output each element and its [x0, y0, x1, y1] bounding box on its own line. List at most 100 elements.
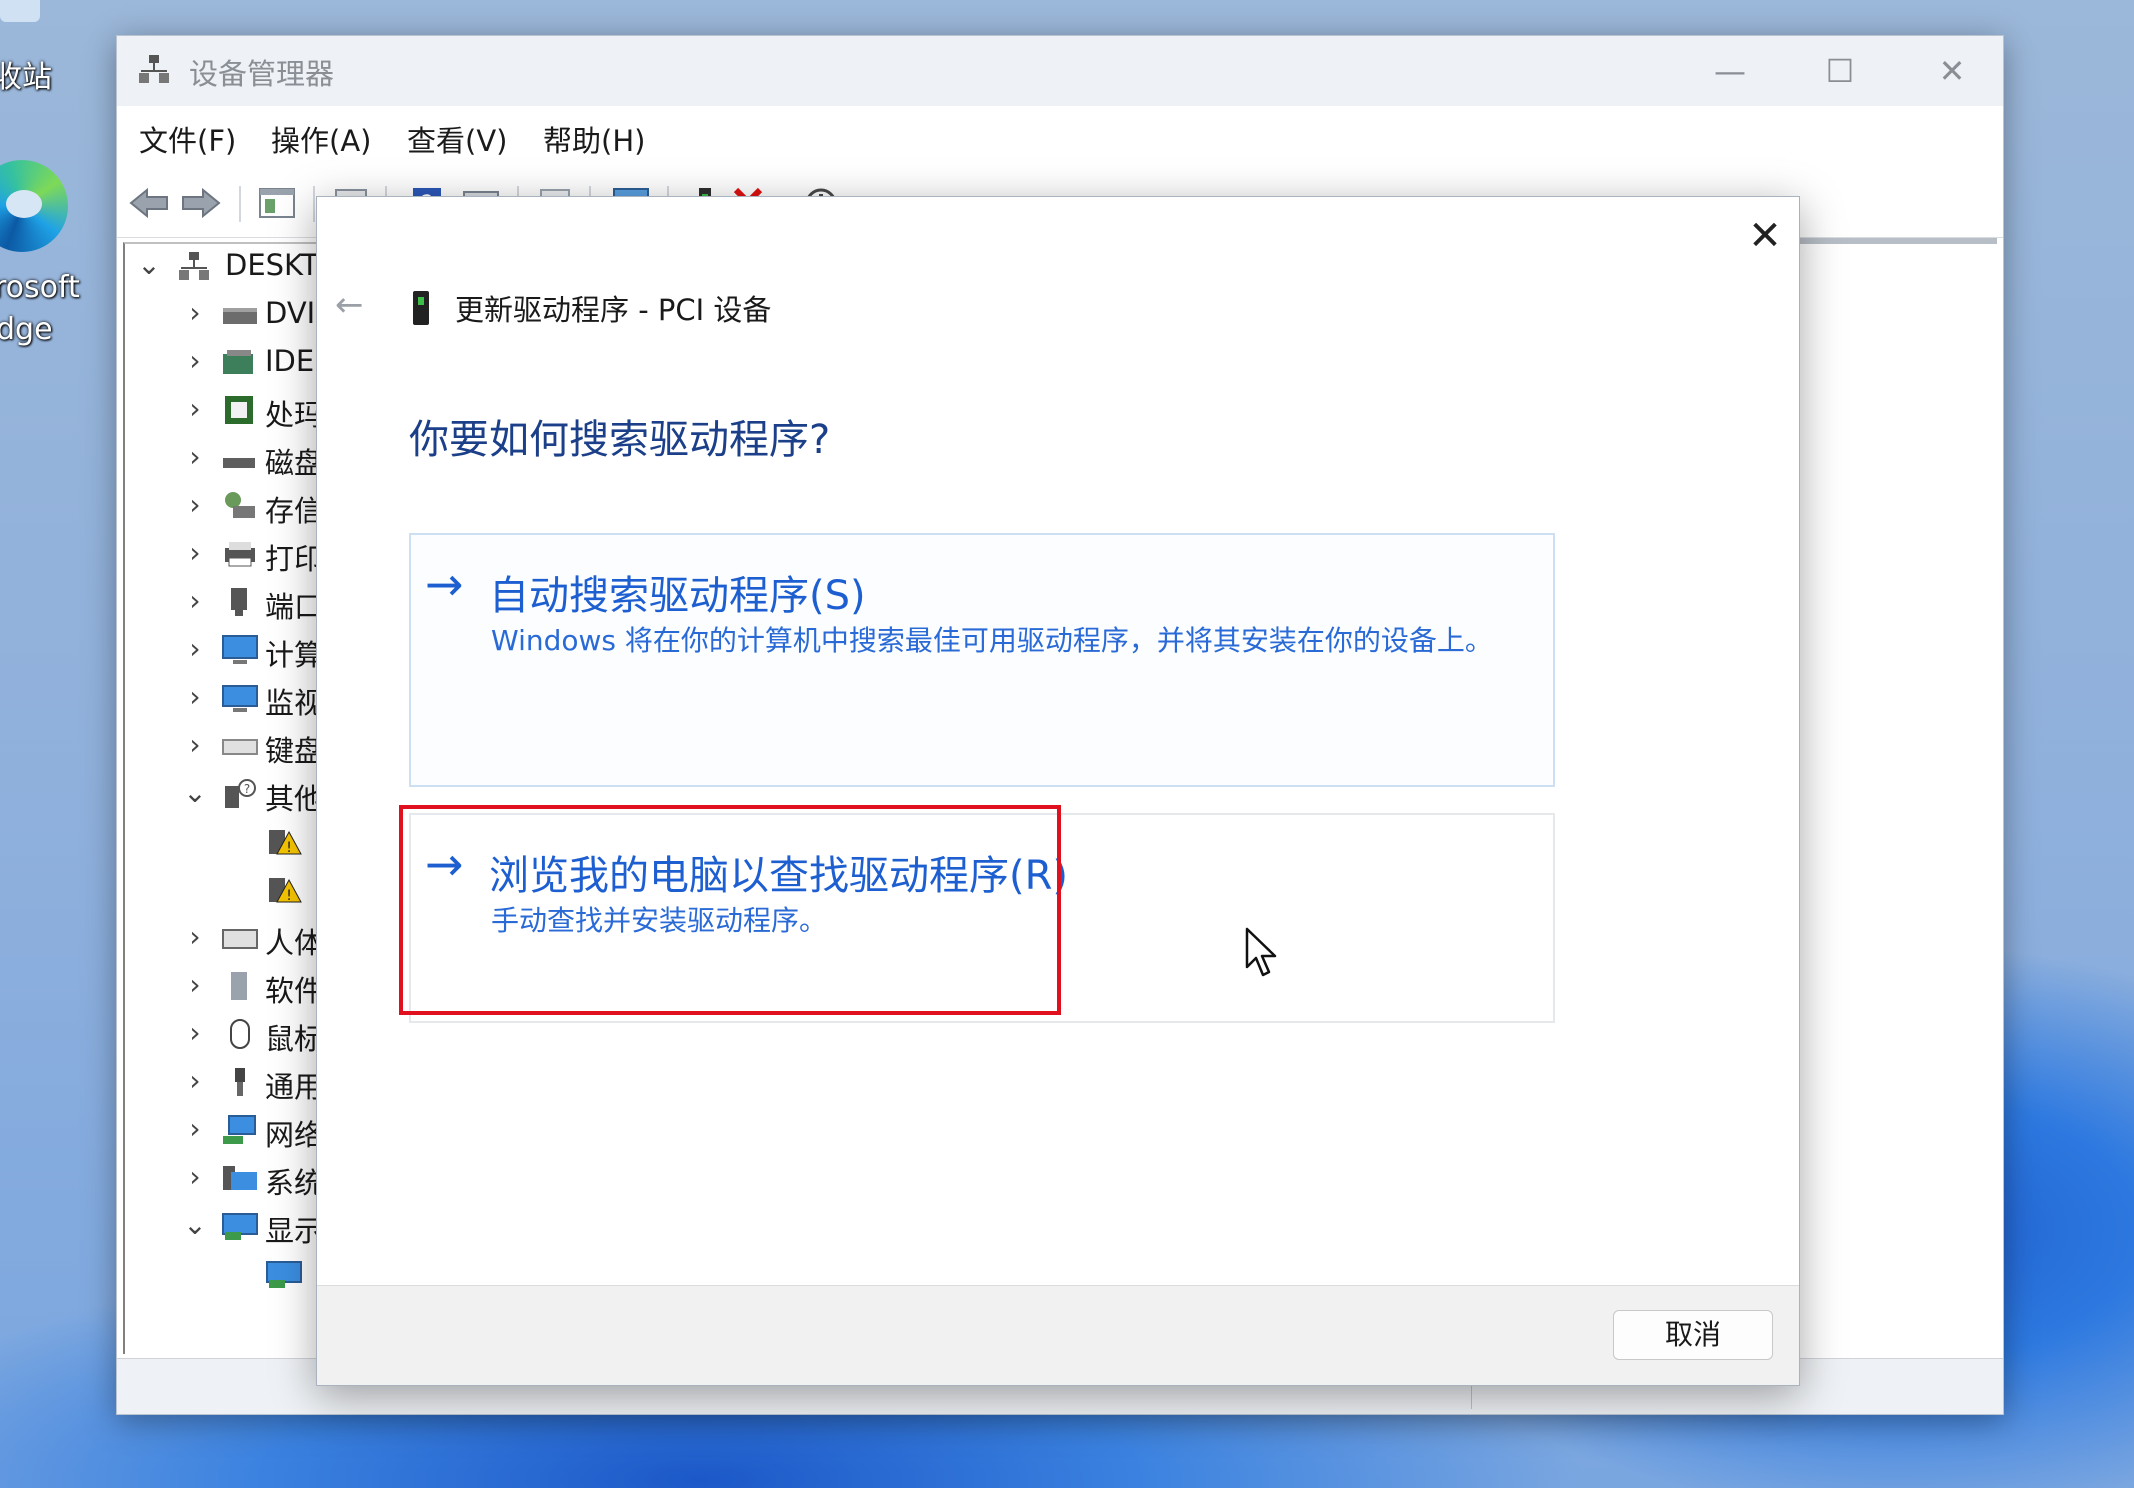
tree-item-unknown-device[interactable]: !: [125, 820, 341, 864]
close-button[interactable]: ✕: [1917, 46, 1987, 96]
edge-label-line2[interactable]: dge: [0, 312, 53, 347]
device-manager-icon: [139, 55, 169, 83]
tree-item-system[interactable]: › 系统: [125, 1156, 341, 1200]
network-adapter-icon: [223, 1115, 256, 1144]
computer-node-icon: [179, 252, 209, 280]
chevron-right-icon[interactable]: ›: [181, 1064, 209, 1097]
pci-device-icon: [413, 291, 429, 325]
tree-label: 计算: [265, 638, 324, 672]
chevron-right-icon[interactable]: ›: [181, 536, 209, 569]
menu-help[interactable]: 帮助(H): [543, 118, 645, 160]
chevron-down-icon[interactable]: ⌄: [181, 776, 209, 809]
chevron-down-icon[interactable]: ⌄: [181, 1208, 209, 1241]
tree-item-mouse[interactable]: › 鼠标: [125, 1012, 341, 1056]
tree-root[interactable]: ⌄ DESKT: [125, 244, 341, 288]
disk-drive-icon: [223, 458, 255, 468]
chevron-right-icon[interactable]: ›: [181, 584, 209, 617]
monitor-icon: [222, 685, 258, 712]
chevron-right-icon[interactable]: ›: [181, 968, 209, 1001]
chevron-right-icon[interactable]: ›: [181, 392, 209, 425]
keyboard-icon: [222, 739, 258, 755]
tree-item-display-device[interactable]: [125, 1252, 341, 1296]
toolbar-separator: [239, 186, 241, 222]
dialog-footer: 取消: [317, 1285, 1799, 1385]
tree-label: DVI: [265, 296, 316, 330]
tree-item-software[interactable]: › 软件: [125, 964, 341, 1008]
chevron-right-icon[interactable]: ›: [181, 1160, 209, 1193]
show-hide-console-icon[interactable]: [257, 184, 297, 222]
arrow-right-icon: →: [425, 557, 464, 611]
mouse-cursor-icon: [1245, 927, 1277, 977]
chevron-right-icon[interactable]: ›: [181, 296, 209, 329]
tree-item-other[interactable]: ⌄ ? 其他: [125, 772, 341, 816]
chevron-right-icon[interactable]: ›: [181, 1016, 209, 1049]
tree-label: 显示: [265, 1214, 324, 1248]
chevron-right-icon[interactable]: ›: [181, 920, 209, 953]
tree-label: 其他: [265, 782, 324, 816]
title-bar[interactable]: 设备管理器 — ☐ ✕: [117, 36, 2003, 106]
option-title: 自动搜索驱动程序(S): [489, 573, 866, 619]
update-driver-dialog: ✕ ← 更新驱动程序 - PCI 设备 你要如何搜索驱动程序? → 自动搜索驱动…: [316, 196, 1800, 1386]
tree-item-monitor[interactable]: › 监视: [125, 676, 341, 720]
tree-label: 通用: [265, 1070, 324, 1104]
tree-label: 监视: [265, 686, 324, 720]
chevron-right-icon[interactable]: ›: [181, 440, 209, 473]
storage-controller-icon: [225, 492, 255, 518]
tree-item-network[interactable]: › 网络: [125, 1108, 341, 1152]
menu-view[interactable]: 查看(V): [407, 118, 507, 160]
svg-text:!: !: [286, 888, 292, 904]
edge-icon[interactable]: [0, 160, 68, 252]
menu-file[interactable]: 文件(F): [139, 118, 236, 160]
edge-label-line1[interactable]: rosoft: [0, 270, 80, 305]
display-adapter-icon: [266, 1261, 302, 1288]
tree-item-port[interactable]: › 端口: [125, 580, 341, 624]
hid-icon: [222, 929, 258, 949]
cancel-button[interactable]: 取消: [1613, 1310, 1773, 1360]
tree-item-keyboard[interactable]: › 键盘: [125, 724, 341, 768]
chevron-right-icon[interactable]: ›: [181, 1112, 209, 1145]
printer-icon: [225, 542, 255, 567]
usb-icon: [235, 1068, 245, 1096]
tree-label: 端口: [265, 590, 324, 624]
back-arrow-icon[interactable]: [127, 184, 171, 222]
recycle-bin-label[interactable]: 收站: [0, 52, 52, 96]
tree-item-usb[interactable]: › 通用: [125, 1060, 341, 1104]
warning-device-icon: !: [269, 878, 302, 904]
svg-text:?: ?: [244, 782, 250, 796]
chevron-right-icon[interactable]: ›: [181, 488, 209, 521]
tree-label: DESKT: [225, 248, 319, 282]
auto-search-option[interactable]: → 自动搜索驱动程序(S) Windows 将在你的计算机中搜索最佳可用驱动程序…: [409, 533, 1555, 787]
forward-arrow-icon[interactable]: [179, 184, 223, 222]
tree-item-ide[interactable]: › IDE: [125, 340, 341, 384]
chevron-right-icon[interactable]: ›: [181, 728, 209, 761]
chevron-right-icon[interactable]: ›: [181, 632, 209, 665]
tree-item-disk[interactable]: › 磁盘: [125, 436, 341, 480]
tree-label: IDE: [265, 344, 315, 378]
tree-item-processor[interactable]: › 处玛: [125, 388, 341, 432]
tree-item-hid[interactable]: › 人体: [125, 916, 341, 960]
tree-item-dvd[interactable]: › DVI: [125, 292, 341, 336]
chevron-right-icon[interactable]: ›: [181, 680, 209, 713]
svg-text:!: !: [286, 840, 292, 856]
tree-item-display[interactable]: ⌄ 显示: [125, 1204, 341, 1248]
tree-label: 人体: [265, 926, 324, 960]
tree-label: 鼠标: [265, 1022, 324, 1056]
tree-item-printer[interactable]: › 打印: [125, 532, 341, 576]
tree-item-computer[interactable]: › 计算: [125, 628, 341, 672]
port-icon: [231, 588, 247, 616]
tree-label: 处玛: [265, 398, 324, 432]
dialog-close-button[interactable]: ✕: [1737, 211, 1793, 261]
maximize-button[interactable]: ☐: [1805, 46, 1875, 96]
option-description: Windows 将在你的计算机中搜索最佳可用驱动程序，并将其安装在你的设备上。: [491, 624, 1493, 657]
menu-action[interactable]: 操作(A): [271, 118, 371, 160]
chevron-right-icon[interactable]: ›: [181, 344, 209, 377]
tree-item-unknown-device[interactable]: !: [125, 868, 341, 912]
tree-label: 磁盘: [265, 446, 324, 480]
chevron-down-icon[interactable]: ⌄: [135, 248, 163, 281]
tree-item-storage[interactable]: › 存信: [125, 484, 341, 528]
back-arrow-icon[interactable]: ←: [335, 285, 383, 325]
minimize-button[interactable]: —: [1695, 46, 1765, 96]
other-devices-icon: ?: [225, 779, 256, 808]
tree-label: 系统: [265, 1166, 324, 1200]
recycle-bin-icon[interactable]: [0, 0, 40, 22]
